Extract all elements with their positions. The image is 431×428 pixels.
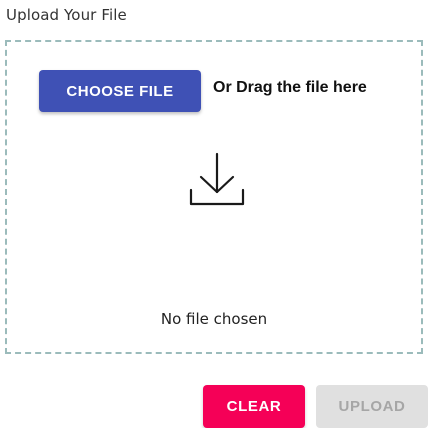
download-icon xyxy=(189,152,245,206)
upload-title: Upload Your File xyxy=(6,6,127,24)
file-upload-widget: Upload Your File CHOOSE FILE Or Drag the… xyxy=(0,0,431,428)
file-status-text: No file chosen xyxy=(160,310,268,328)
file-drop-zone[interactable]: CHOOSE FILE Or Drag the file here No fil… xyxy=(5,40,423,354)
drag-instruction-text: Or Drag the file here xyxy=(213,79,367,96)
upload-button[interactable]: UPLOAD xyxy=(316,385,428,428)
clear-button[interactable]: CLEAR xyxy=(203,385,305,428)
choose-file-button[interactable]: CHOOSE FILE xyxy=(39,70,201,112)
